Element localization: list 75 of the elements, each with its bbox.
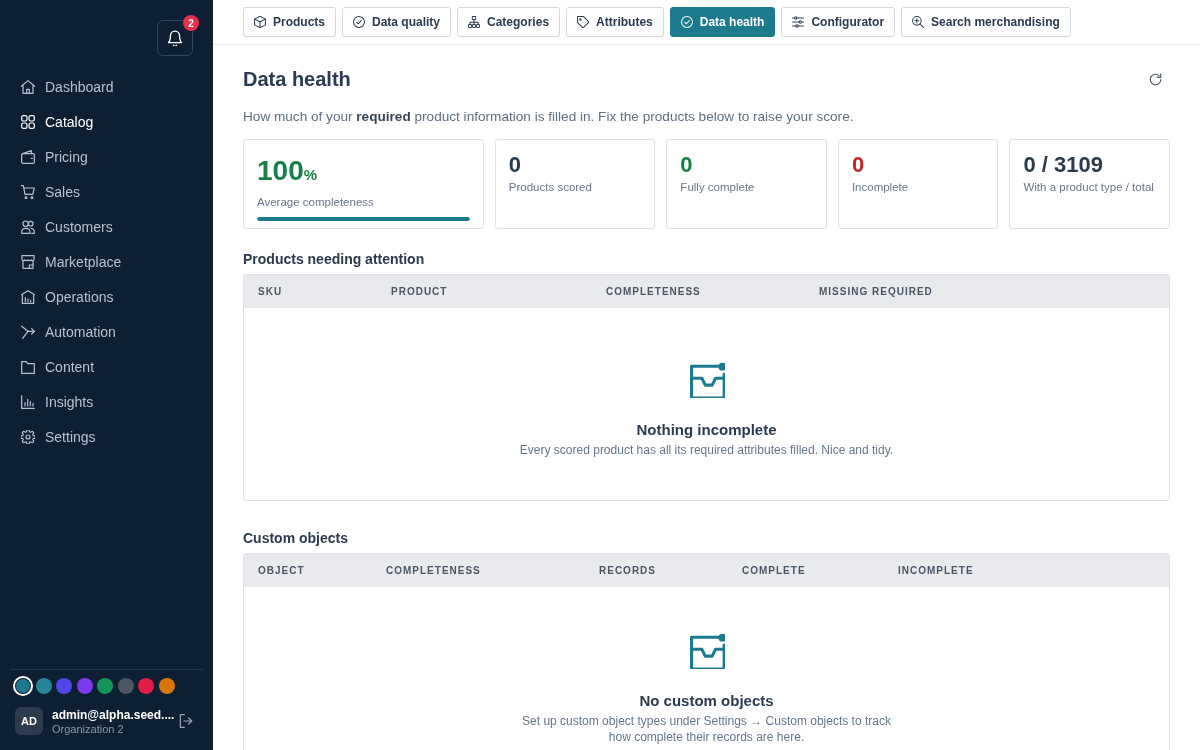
notification-badge: 2 — [183, 15, 199, 31]
nav-item[interactable]: Customers — [10, 209, 203, 244]
nav-item[interactable]: Sales — [10, 174, 203, 209]
section-title: Custom objects — [243, 529, 348, 547]
stat-value: 0 — [851, 152, 865, 178]
color-swatch[interactable] — [136, 676, 156, 696]
tab[interactable]: Products — [243, 7, 336, 37]
empty-state-title: Nothing incomplete — [636, 420, 777, 440]
building-icon — [21, 289, 35, 304]
user-email: admin@alpha.seed.... — [52, 707, 175, 722]
bell-icon — [167, 30, 183, 46]
wallet-icon — [21, 149, 35, 164]
folder-icon — [21, 359, 35, 374]
tab[interactable]: Categories — [457, 7, 561, 37]
nav-item[interactable]: Dashboard — [10, 69, 203, 104]
nav-item[interactable]: Pricing — [10, 139, 203, 174]
color-swatch[interactable] — [13, 676, 33, 696]
empty-state-title: No custom objects — [639, 691, 774, 711]
nav-item[interactable]: Automation — [10, 314, 203, 349]
page-title: Data health — [243, 67, 351, 92]
color-swatch[interactable] — [54, 676, 74, 696]
nav-item[interactable]: Operations — [10, 279, 203, 314]
stat-label: With a product type / total — [1023, 180, 1154, 195]
zoom-in-icon — [912, 16, 925, 28]
stat-value: 0 / 3109 — [1023, 152, 1103, 178]
nav-item[interactable]: Insights — [10, 384, 203, 419]
stat-label: Incomplete — [851, 180, 909, 195]
nav-item[interactable]: Settings — [10, 419, 203, 454]
hierarchy-icon — [468, 16, 481, 28]
settings-icon — [21, 429, 35, 444]
column-header: MISSING REQUIRED — [818, 286, 933, 297]
column-header: RECORDS — [598, 565, 656, 576]
tab[interactable]: Configurator — [781, 7, 896, 37]
empty-state-text: Every scored product has all its required attributes filled. Nice and tidy. — [519, 442, 894, 458]
cart-icon — [21, 184, 35, 199]
nav-item[interactable]: Marketplace — [10, 244, 203, 279]
stat-value: 0 — [680, 152, 693, 178]
inbox-icon — [688, 633, 725, 669]
stat-label: Average completeness — [257, 195, 374, 210]
stat-label: Fully complete — [680, 180, 755, 195]
column-header: COMPLETENESS — [605, 286, 701, 297]
tab[interactable]: Data health — [669, 7, 776, 37]
stat-value: 0 — [508, 152, 522, 178]
storefront-icon — [21, 254, 35, 269]
stat-label: Products scored — [508, 180, 592, 195]
tab[interactable]: Search merchandising — [901, 7, 1071, 37]
empty-state-text: Set up custom object types under Settings → Custom objects to track how complete their records are here. — [521, 713, 892, 745]
check-circle-icon — [680, 16, 693, 28]
grid-icon — [21, 114, 35, 129]
home-icon — [21, 79, 35, 94]
column-header: COMPLETE — [741, 565, 806, 576]
stat-value: 100% — [257, 155, 318, 188]
user-avatar: AD — [15, 707, 43, 735]
nav-item[interactable]: Content — [10, 349, 203, 384]
tag-icon — [577, 16, 590, 28]
nav-item[interactable]: Catalog — [10, 104, 203, 139]
organization-name: Organization 2 — [52, 722, 124, 735]
tab[interactable]: Attributes — [566, 7, 664, 37]
section-title: Products needing attention — [243, 250, 425, 268]
column-header: COMPLETENESS — [385, 565, 481, 576]
tab[interactable]: Data quality — [342, 7, 452, 37]
cube-icon — [254, 16, 266, 28]
column-header: INCOMPLETE — [897, 565, 974, 576]
sliders-icon — [792, 16, 805, 28]
inbox-icon — [688, 362, 725, 398]
page-description: How much of your required product information is filled in. Fix the products below to raise your score. — [243, 108, 855, 126]
users-icon — [21, 219, 35, 234]
column-header: PRODUCT — [390, 286, 448, 297]
bar-chart-icon — [21, 394, 35, 409]
column-header: OBJECT — [257, 565, 305, 576]
logout-icon[interactable] — [179, 714, 193, 728]
column-header: SKU — [257, 286, 283, 297]
check-circle-icon — [353, 16, 365, 28]
color-swatch[interactable] — [95, 676, 115, 696]
refresh-icon[interactable] — [1149, 72, 1162, 86]
